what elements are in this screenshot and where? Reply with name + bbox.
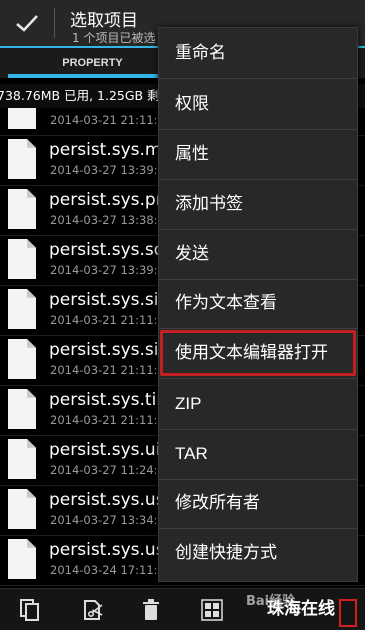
- file-icon: [8, 339, 36, 379]
- menu-item-send[interactable]: 发送: [159, 229, 357, 279]
- select-all-icon: [201, 599, 223, 621]
- check-icon: [16, 15, 38, 32]
- file-icon: [8, 439, 36, 479]
- more-button-highlight[interactable]: [339, 599, 357, 627]
- file-name: persist.sys.sin: [49, 290, 170, 310]
- file-date: 2014-03-24 17:11:0: [50, 563, 165, 577]
- file-date: 2014-03-21 21:11:0: [50, 413, 165, 427]
- copy-button[interactable]: [15, 595, 45, 625]
- menu-item-view-as-text[interactable]: 作为文本查看: [159, 278, 357, 328]
- file-icon: [8, 389, 36, 429]
- cut-button[interactable]: [78, 595, 108, 625]
- context-menu: 重命名 权限 属性 添加书签 发送 作为文本查看 使用文本编辑器打开 ZIP T…: [158, 27, 358, 582]
- file-icon: [8, 489, 36, 529]
- file-icon: [8, 289, 36, 329]
- file-icon: [8, 139, 36, 179]
- copy-icon: [20, 599, 39, 621]
- menu-item-highlight: [160, 330, 356, 376]
- file-name: persist.sys.ui.: [49, 440, 166, 460]
- file-name: persist.sys.mu: [49, 140, 173, 160]
- file-name: persist.sys.us: [49, 490, 165, 510]
- site-watermark: 珠海在线: [267, 599, 335, 619]
- cut-icon: [84, 600, 103, 620]
- file-name: persist.sys.tin: [49, 390, 168, 410]
- file-icon: [8, 239, 36, 279]
- menu-item-rename[interactable]: 重命名: [159, 28, 357, 78]
- menu-item-properties[interactable]: 属性: [159, 129, 357, 179]
- file-date: 2014-03-27 13:39:0: [50, 263, 165, 277]
- menu-item-permissions[interactable]: 权限: [159, 79, 357, 129]
- file-date: 2014-03-21 21:11:0: [50, 363, 165, 377]
- tab-indicator: [8, 74, 178, 78]
- bottom-toolbar: Bai经验 珠海在线: [0, 588, 365, 630]
- select-all-button[interactable]: [197, 595, 227, 625]
- file-date: 2014-03-21 21:11:0: [50, 313, 165, 327]
- storage-text: 738.76MB 已用, 1.25GB 剩: [0, 88, 160, 103]
- file-name: persist.sys.us: [49, 540, 165, 560]
- action-bar-divider: [54, 8, 55, 38]
- file-icon: [8, 189, 36, 229]
- menu-item-create-shortcut[interactable]: 创建快捷方式: [159, 528, 357, 578]
- delete-icon: [143, 599, 159, 620]
- done-button[interactable]: [0, 0, 54, 46]
- file-icon: [8, 539, 36, 579]
- file-name: persist.sys.sd: [49, 240, 165, 260]
- row-divider: [0, 585, 365, 586]
- menu-item-add-bookmark[interactable]: 添加书签: [159, 179, 357, 229]
- file-date: 2014-03-27 11:24:0: [50, 463, 165, 477]
- delete-button[interactable]: [136, 595, 166, 625]
- menu-item-zip[interactable]: ZIP: [159, 379, 357, 429]
- file-date: 2014-03-21 21:11:03: [50, 113, 173, 127]
- action-bar-subtitle: 1 个项目已被选: [72, 31, 156, 45]
- file-date: 2014-03-27 13:39:0: [50, 163, 165, 177]
- file-date: 2014-03-27 13:34:0: [50, 513, 165, 527]
- menu-item-change-owner[interactable]: 修改所有者: [159, 478, 357, 528]
- file-icon: [8, 108, 36, 129]
- file-date: 2014-03-27 13:38:0: [50, 213, 165, 227]
- file-name: persist.sys.sin: [49, 340, 170, 360]
- file-name: persist.sys.pro: [49, 190, 173, 210]
- menu-item-tar[interactable]: TAR: [159, 429, 357, 479]
- action-bar-title: 选取项目: [70, 11, 138, 31]
